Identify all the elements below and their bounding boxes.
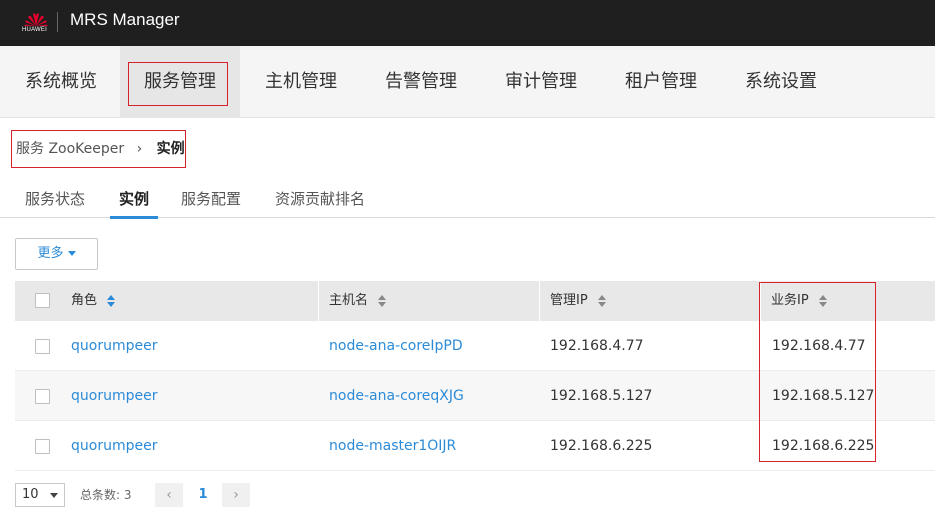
page-size-value: 10 [22,487,39,502]
sort-icon[interactable] [378,294,387,307]
nav-item-service-management[interactable]: 服务管理 [120,46,240,118]
column-divider [318,281,319,321]
top-bar: HUAWEI MRS Manager [0,0,935,46]
tab-instances[interactable]: 实例 [109,188,159,219]
role-link[interactable]: quorumpeer [71,421,157,471]
row-checkbox[interactable] [35,339,50,354]
breadcrumb: 服务 ZooKeeper › 实例 [11,130,186,168]
page-size-select[interactable]: 10 [15,483,65,507]
column-label: 管理IP [550,293,588,308]
nav-item-label: 主机管理 [265,71,337,92]
hostname-link[interactable]: node-master1OIJR [329,421,456,471]
next-page-button[interactable]: › [222,483,250,507]
prev-page-button[interactable]: ‹ [155,483,183,507]
mgmt-ip-cell: 192.168.4.77 [550,338,644,354]
nav-item-system-overview[interactable]: 系统概览 [25,46,97,118]
tab-service-config[interactable]: 服务配置 [181,188,241,218]
nav-item-alarm-management[interactable]: 告警管理 [385,46,457,118]
select-all-checkbox[interactable] [35,293,50,308]
caret-down-icon [50,493,58,498]
nav-item-label: 系统概览 [25,71,97,92]
total-count: 总条数: 3 [80,488,132,502]
nav-item-host-management[interactable]: 主机管理 [265,46,337,118]
tab-resource-ranking[interactable]: 资源贡献排名 [275,188,365,218]
app-title: MRS Manager [70,10,180,29]
nav-item-label: 服务管理 [144,71,216,92]
more-button-label: 更多 [37,246,64,261]
sort-icon[interactable] [107,294,116,307]
sort-icon[interactable] [597,294,606,307]
nav-item-label: 租户管理 [625,71,697,92]
row-checkbox[interactable] [35,389,50,404]
role-link[interactable]: quorumpeer [71,321,157,371]
logo-text: HUAWEI [22,27,47,33]
mgmt-ip-cell: 192.168.5.127 [550,388,653,404]
column-divider [539,281,540,321]
nav-item-audit-management[interactable]: 审计管理 [505,46,577,118]
breadcrumb-parent-link[interactable]: 服务 ZooKeeper [16,141,124,157]
mgmt-ip-cell: 192.168.6.225 [550,438,653,454]
caret-down-icon [67,251,76,256]
column-label: 主机名 [329,293,369,308]
main-nav: 系统概览 服务管理 主机管理 告警管理 审计管理 租户管理 系统设置 [0,46,935,118]
hostname-link[interactable]: node-ana-coreqXJG [329,371,464,421]
service-subtabs: 服务状态 实例 服务配置 资源贡献排名 [0,182,935,219]
column-header-hostname[interactable]: 主机名 [329,281,387,321]
chevron-right-icon: › [136,141,143,157]
column-header-role[interactable]: 角色 [71,281,116,321]
nav-item-label: 系统设置 [745,71,817,92]
nav-item-system-settings[interactable]: 系统设置 [745,46,817,118]
column-header-mgmt-ip[interactable]: 管理IP [550,281,606,321]
nav-item-label: 审计管理 [505,71,577,92]
role-link[interactable]: quorumpeer [71,371,157,421]
more-button[interactable]: 更多 [15,238,98,270]
topbar-divider [57,12,58,32]
tab-service-status[interactable]: 服务状态 [25,188,85,218]
business-ip-highlight-box [759,282,876,462]
nav-item-label: 告警管理 [385,71,457,92]
column-label: 角色 [71,293,98,308]
current-page[interactable]: 1 [191,483,215,507]
nav-item-tenant-management[interactable]: 租户管理 [625,46,697,118]
breadcrumb-current: 实例 [156,141,185,157]
row-checkbox[interactable] [35,439,50,454]
hostname-link[interactable]: node-ana-coreIpPD [329,321,463,371]
